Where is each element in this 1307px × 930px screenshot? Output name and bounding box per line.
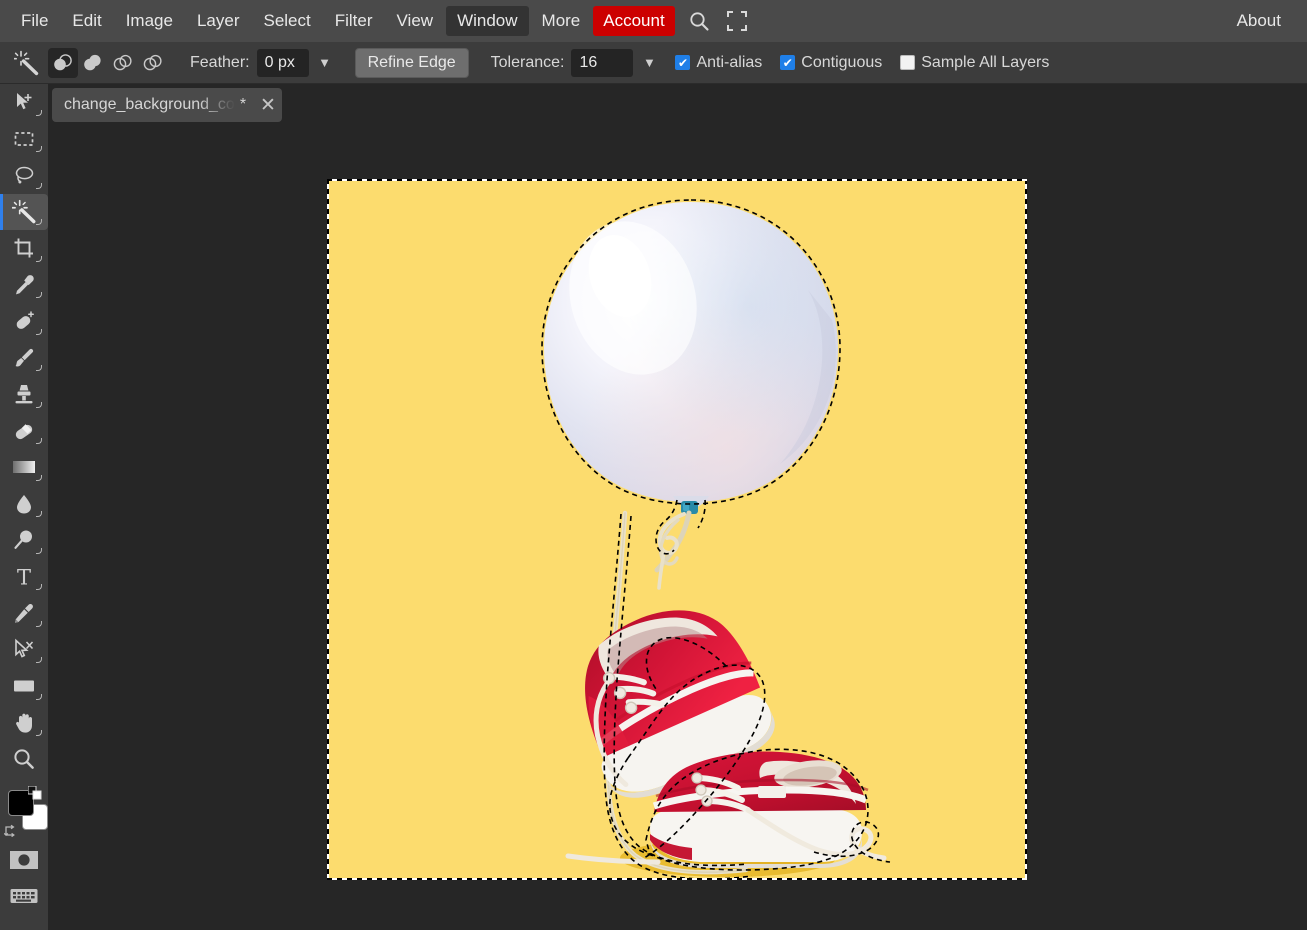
keyboard-icon[interactable]	[0, 878, 48, 914]
tool-expand-corner	[36, 109, 42, 116]
about-button[interactable]: About	[1227, 6, 1291, 36]
tool-expand-corner	[36, 657, 42, 663]
clone-stamp-tool[interactable]	[0, 376, 48, 413]
document-tab[interactable]: change_background_co * ✕	[52, 88, 282, 122]
menu-item-filter[interactable]: Filter	[324, 6, 384, 36]
svg-text:T: T	[17, 565, 31, 589]
tool-expand-corner	[36, 328, 42, 335]
magic-wand-icon	[10, 46, 44, 80]
magic-wand-tool[interactable]	[0, 193, 48, 230]
tool-expand-corner	[36, 511, 42, 517]
gradient-tool[interactable]	[0, 449, 48, 486]
blur-tool[interactable]	[0, 486, 48, 523]
tool-expand-corner	[36, 292, 42, 298]
default-colors-icon[interactable]	[27, 785, 42, 800]
document-tab-title: change_background_co	[64, 96, 235, 113]
image-editor-app: File Edit Image Layer Select Filter View…	[0, 0, 1307, 930]
tool-expand-corner	[36, 219, 42, 225]
crop-tool[interactable]	[0, 230, 48, 267]
tools-panel: T	[0, 84, 48, 930]
lasso-tool[interactable]	[0, 157, 48, 194]
pen-tool[interactable]	[0, 595, 48, 632]
document-tab-dirty-marker: *	[239, 96, 247, 113]
hand-tool[interactable]	[0, 705, 48, 742]
image-canvas[interactable]	[328, 180, 1026, 879]
selection-mode-intersect[interactable]	[138, 48, 168, 78]
selection-mode-group	[48, 47, 168, 78]
fullscreen-icon[interactable]	[721, 5, 753, 37]
path-selection-tool[interactable]	[0, 632, 48, 669]
eyedropper-tool[interactable]	[0, 267, 48, 304]
sample-all-layers-label: Sample All Layers	[921, 53, 1050, 71]
tool-expand-corner	[36, 584, 42, 590]
color-swatches[interactable]	[0, 784, 48, 842]
tool-expand-corner	[36, 693, 42, 700]
search-icon[interactable]	[683, 5, 715, 37]
tool-expand-corner	[36, 365, 42, 371]
feather-input[interactable]	[256, 48, 309, 77]
artwork	[328, 180, 1026, 879]
contiguous-checkbox-box[interactable]: ✔	[780, 55, 796, 70]
contiguous-label: Contiguous	[801, 53, 883, 71]
tool-expand-corner	[36, 401, 42, 408]
canvas-workspace[interactable]	[48, 126, 1307, 930]
anti-alias-checkbox-box[interactable]: ✔	[675, 55, 691, 70]
brush-tool[interactable]	[0, 340, 48, 377]
menu-item-layer[interactable]: Layer	[186, 6, 251, 36]
tool-expand-corner	[36, 255, 42, 262]
dodge-tool[interactable]	[0, 522, 48, 559]
menu-item-view[interactable]: View	[386, 6, 445, 36]
tool-expand-corner	[36, 547, 42, 554]
feather-label: Feather:	[190, 53, 250, 71]
feather-dropdown-caret[interactable]: ▼	[317, 55, 333, 70]
zoom-tool[interactable]	[0, 741, 48, 778]
selection-mode-subtract[interactable]	[108, 48, 138, 78]
tool-expand-corner	[36, 620, 42, 627]
rectangular-marquee-tool[interactable]	[0, 121, 48, 158]
sample-all-layers-checkbox[interactable]: Sample All Layers	[900, 54, 1049, 72]
tolerance-label: Tolerance:	[490, 53, 565, 71]
selection-mode-add[interactable]	[78, 48, 108, 78]
refine-edge-button[interactable]: Refine Edge	[354, 47, 469, 78]
shape-tool[interactable]	[0, 668, 48, 705]
tolerance-input[interactable]	[571, 48, 634, 77]
swap-colors-icon[interactable]	[3, 824, 18, 838]
menu-item-select[interactable]: Select	[252, 6, 321, 36]
move-tool[interactable]	[0, 84, 48, 121]
menu-item-edit[interactable]: Edit	[61, 6, 112, 36]
tool-expand-corner	[36, 474, 42, 481]
contiguous-checkbox[interactable]: ✔ Contiguous	[780, 54, 882, 72]
tool-options-bar: Feather: ▼ Refine Edge Tolerance: ▼ ✔ An…	[0, 42, 1307, 84]
account-button[interactable]: Account	[593, 6, 675, 36]
healing-brush-tool[interactable]	[0, 303, 48, 340]
sample-all-layers-checkbox-box[interactable]	[900, 55, 916, 70]
menu-item-window[interactable]: Window	[446, 6, 529, 36]
eraser-tool[interactable]	[0, 413, 48, 450]
anti-alias-label: Anti-alias	[696, 53, 763, 71]
anti-alias-checkbox[interactable]: ✔ Anti-alias	[675, 54, 762, 72]
type-tool[interactable]: T	[0, 559, 48, 596]
tool-expand-corner	[36, 146, 42, 152]
menu-item-file[interactable]: File	[10, 6, 59, 36]
document-tab-bar: change_background_co * ✕	[48, 84, 1307, 126]
menu-bar: File Edit Image Layer Select Filter View…	[0, 0, 1307, 42]
tool-expand-corner	[36, 438, 42, 444]
tolerance-dropdown-caret[interactable]: ▼	[641, 55, 657, 70]
menu-item-image[interactable]: Image	[115, 6, 184, 36]
menu-item-more[interactable]: More	[531, 6, 592, 36]
tool-expand-corner	[36, 730, 42, 736]
tool-expand-corner	[36, 182, 42, 189]
selection-mode-new[interactable]	[48, 47, 78, 78]
close-icon[interactable]: ✕	[260, 95, 276, 115]
quick-mask-icon[interactable]	[0, 842, 48, 878]
